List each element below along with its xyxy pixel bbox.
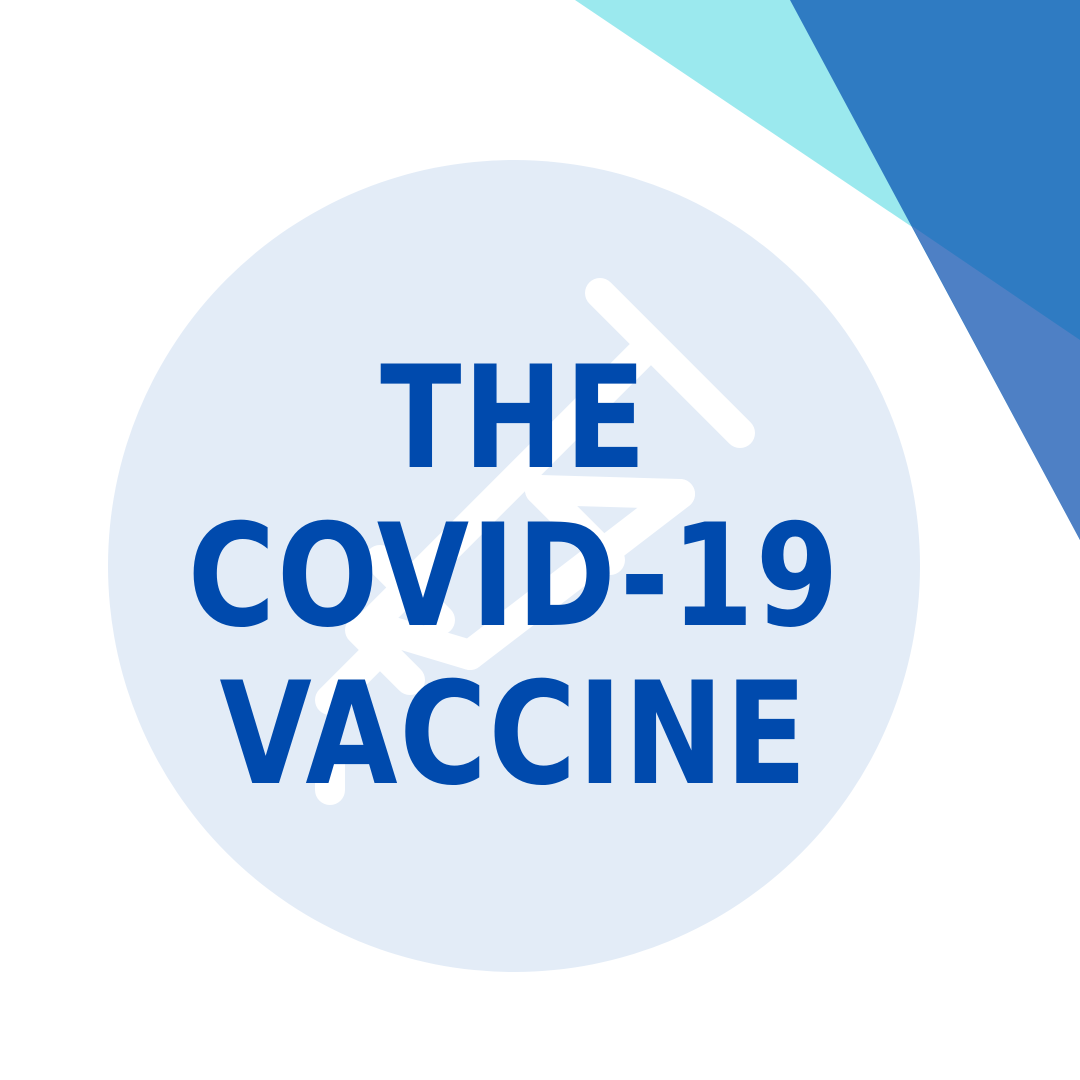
headline: THE COVID-19 VACCINE [173, 340, 855, 814]
headline-line-1: THE [380, 336, 648, 501]
headline-line-2: COVID-19 [187, 494, 841, 659]
poster-canvas: THE COVID-19 VACCINE [0, 0, 1080, 1080]
headline-line-3: VACCINE [219, 652, 809, 817]
